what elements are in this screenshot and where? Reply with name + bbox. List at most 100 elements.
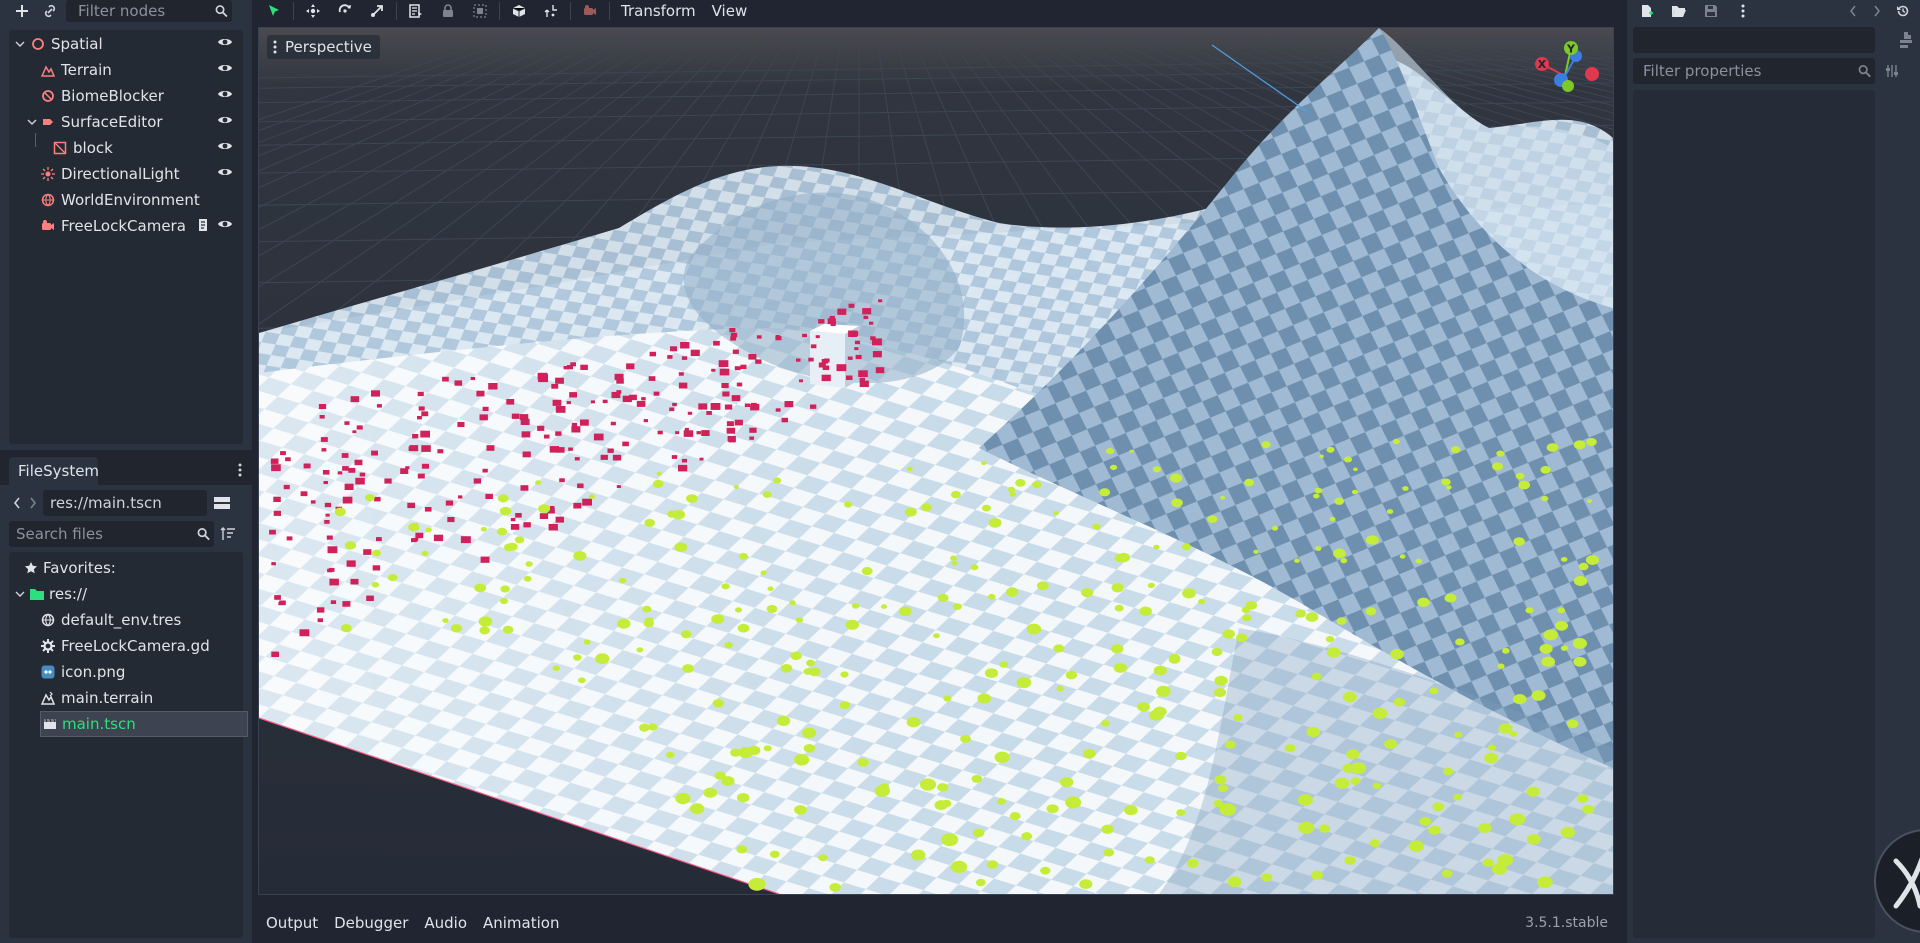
orientation-gizmo[interactable]: Y X: [1525, 34, 1605, 114]
tree-node-freelockcamera[interactable]: FreeLockCamera: [9, 213, 243, 239]
tree-node-spatial[interactable]: Spatial: [9, 31, 243, 57]
tree-node-block[interactable]: block: [9, 133, 243, 161]
rotate-tool-button[interactable]: [329, 0, 361, 22]
file-item[interactable]: default_env.tres: [9, 607, 243, 633]
terrain-file-icon: [41, 691, 55, 705]
filter-properties-input[interactable]: [1643, 62, 1858, 80]
back-icon[interactable]: [9, 489, 25, 517]
local-space-button[interactable]: [503, 0, 535, 22]
chevron-down-icon[interactable]: [27, 117, 37, 127]
add-node-button[interactable]: [8, 0, 36, 22]
visibility-eye-icon[interactable]: [217, 88, 233, 100]
instance-scene-button[interactable]: [36, 0, 64, 22]
visibility-eye-icon[interactable]: [217, 140, 233, 152]
tab-animation[interactable]: Animation: [475, 908, 567, 938]
visibility-eye-icon[interactable]: [217, 166, 233, 178]
file-item[interactable]: main.terrain: [9, 685, 243, 711]
path-input[interactable]: [50, 494, 207, 512]
green-marker: [371, 581, 380, 588]
scale-icon: [371, 5, 383, 17]
tab-output[interactable]: Output: [258, 908, 326, 938]
preview-camera-button[interactable]: [574, 0, 606, 22]
red-marker: [482, 406, 489, 411]
load-resource-button[interactable]: [1663, 0, 1695, 22]
res-root-item[interactable]: res://: [9, 581, 243, 607]
red-marker: [521, 431, 531, 438]
favorites-item[interactable]: Favorites:: [9, 555, 243, 581]
list-select-button[interactable]: [400, 0, 432, 22]
tree-node-label: Terrain: [61, 61, 112, 79]
sort-icon[interactable]: [214, 520, 242, 548]
split-view-icon[interactable]: [207, 489, 237, 517]
overlay-app-icon[interactable]: [1874, 829, 1920, 933]
new-resource-button[interactable]: [1631, 0, 1663, 22]
transform-menu[interactable]: Transform: [613, 0, 704, 22]
file-item[interactable]: icon.png: [9, 659, 243, 685]
forward-icon[interactable]: [25, 489, 41, 517]
dock-menu-icon[interactable]: [230, 459, 250, 481]
gizmo-x-neg[interactable]: [1585, 67, 1599, 81]
filter-nodes-field[interactable]: [66, 0, 232, 22]
history-button[interactable]: [1889, 0, 1917, 22]
red-marker: [590, 400, 595, 404]
group-button[interactable]: [464, 0, 496, 22]
green-marker: [951, 560, 958, 566]
red-marker: [756, 335, 762, 339]
green-marker: [1441, 869, 1453, 878]
property-tools-button[interactable]: [1875, 57, 1909, 85]
tree-node-terrain[interactable]: Terrain: [9, 57, 243, 83]
history-back-button[interactable]: [1841, 0, 1865, 22]
file-item[interactable]: FreeLockCamera.gd: [9, 633, 243, 659]
object-selector-field[interactable]: [1633, 27, 1875, 53]
scale-tool-button[interactable]: [361, 0, 393, 22]
red-marker: [657, 430, 663, 435]
filter-nodes-input[interactable]: [78, 2, 216, 20]
tab-filesystem[interactable]: FileSystem: [9, 457, 99, 485]
script-icon[interactable]: [197, 218, 209, 232]
history-forward-button[interactable]: [1865, 0, 1889, 22]
tree-node-directionallight[interactable]: DirectionalLight: [9, 161, 243, 187]
red-marker: [418, 406, 425, 411]
select-tool-button[interactable]: [258, 0, 290, 22]
red-marker: [350, 578, 359, 585]
green-marker: [981, 461, 987, 466]
file-item-selected[interactable]: main.tscn: [40, 711, 248, 737]
green-marker: [960, 734, 971, 743]
terrain-scene[interactable]: [259, 28, 1613, 894]
tab-audio[interactable]: Audio: [416, 908, 475, 938]
green-marker: [1576, 794, 1589, 803]
search-files-input[interactable]: [16, 525, 197, 543]
tab-debugger[interactable]: Debugger: [326, 908, 416, 938]
list-select-icon: [409, 4, 422, 18]
green-marker: [499, 597, 509, 605]
green-marker: [474, 583, 487, 593]
chevron-left-icon: [1850, 5, 1856, 17]
path-field[interactable]: [43, 490, 207, 516]
tree-node-biomeblocker[interactable]: BiomeBlocker: [9, 83, 243, 109]
chevron-down-icon[interactable]: [15, 589, 25, 599]
green-marker: [1271, 525, 1279, 531]
snap-button[interactable]: [535, 0, 567, 22]
gizmo-y-neg[interactable]: [1562, 80, 1574, 92]
visibility-eye-icon[interactable]: [217, 114, 233, 126]
view-menu[interactable]: View: [704, 0, 756, 22]
green-marker: [1213, 688, 1227, 698]
perspective-menu-button[interactable]: Perspective: [267, 35, 380, 59]
tree-node-worldenvironment[interactable]: WorldEnvironment: [9, 187, 243, 213]
red-marker: [626, 363, 635, 370]
chevron-down-icon[interactable]: [15, 39, 25, 49]
help-doc-icon[interactable]: [1898, 31, 1914, 49]
visibility-eye-icon[interactable]: [217, 218, 233, 230]
green-marker: [425, 527, 432, 533]
visibility-eye-icon[interactable]: [217, 62, 233, 74]
resource-menu-button[interactable]: [1727, 0, 1759, 22]
filter-properties-field[interactable]: [1633, 58, 1875, 84]
visibility-eye-icon[interactable]: [217, 36, 233, 48]
3d-viewport[interactable]: Perspective Y X: [258, 27, 1614, 895]
tree-node-surfaceeditor[interactable]: SurfaceEditor: [9, 109, 243, 135]
move-tool-button[interactable]: [297, 0, 329, 22]
save-resource-button[interactable]: [1695, 0, 1727, 22]
red-marker: [342, 601, 351, 607]
search-files-field[interactable]: [9, 521, 214, 547]
lock-button[interactable]: [432, 0, 464, 22]
